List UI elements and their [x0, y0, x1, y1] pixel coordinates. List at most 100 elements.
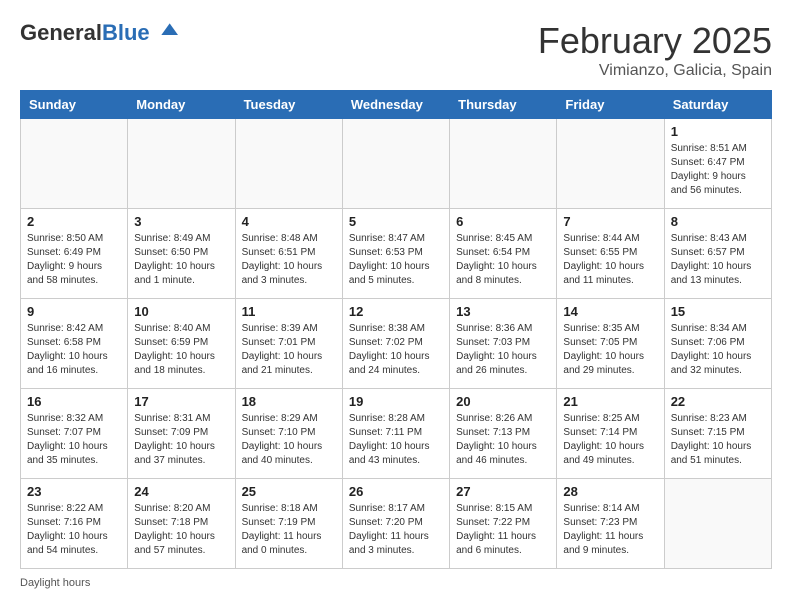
day-number: 22 [671, 394, 765, 409]
logo: GeneralBlue [20, 20, 178, 45]
day-number: 15 [671, 304, 765, 319]
day-info: Sunrise: 8:25 AM Sunset: 7:14 PM Dayligh… [563, 412, 657, 468]
calendar-cell: 22Sunrise: 8:23 AM Sunset: 7:15 PM Dayli… [664, 389, 771, 479]
day-info: Sunrise: 8:31 AM Sunset: 7:09 PM Dayligh… [134, 412, 228, 468]
day-info: Sunrise: 8:48 AM Sunset: 6:51 PM Dayligh… [242, 232, 336, 288]
day-info: Sunrise: 8:14 AM Sunset: 7:23 PM Dayligh… [563, 502, 657, 558]
day-number: 6 [456, 214, 550, 229]
calendar-cell: 8 Sunrise: 8:43 AM Sunset: 6:57 PM Daylig… [664, 209, 771, 299]
header-day-tuesday: Tuesday [235, 91, 342, 119]
day-info: Sunrise: 8:15 AM Sunset: 7:22 PM Dayligh… [456, 502, 550, 558]
day-info: Sunrise: 8:44 AM Sunset: 6:55 PM Dayligh… [563, 232, 657, 288]
logo-general-text: General [20, 20, 102, 45]
calendar-header-row: SundayMondayTuesdayWednesdayThursdayFrid… [21, 91, 772, 119]
header-day-wednesday: Wednesday [342, 91, 449, 119]
day-info: Sunrise: 8:49 AM Sunset: 6:50 PM Dayligh… [134, 232, 228, 288]
calendar-cell [342, 119, 449, 209]
day-number: 27 [456, 484, 550, 499]
day-number: 13 [456, 304, 550, 319]
calendar-cell: 13 Sunrise: 8:36 AM Sunset: 7:03 PM Dayli… [450, 299, 557, 389]
day-info: Sunrise: 8:20 AM Sunset: 7:18 PM Dayligh… [134, 502, 228, 558]
calendar-cell [664, 479, 771, 569]
day-info: Sunrise: 8:18 AM Sunset: 7:19 PM Dayligh… [242, 502, 336, 558]
day-number: 17 [134, 394, 228, 409]
day-info: Sunrise: 8:43 AM Sunset: 6:57 PM Dayligh… [671, 232, 765, 288]
header-day-monday: Monday [128, 91, 235, 119]
calendar-week-row: 16Sunrise: 8:32 AM Sunset: 7:07 PM Dayli… [21, 389, 772, 479]
calendar-cell: 15Sunrise: 8:34 AM Sunset: 7:06 PM Dayli… [664, 299, 771, 389]
calendar-cell: 7 Sunrise: 8:44 AM Sunset: 6:55 PM Daylig… [557, 209, 664, 299]
day-info: Sunrise: 8:29 AM Sunset: 7:10 PM Dayligh… [242, 412, 336, 468]
calendar-week-row: 23 Sunrise: 8:22 AM Sunset: 7:16 PM Dayli… [21, 479, 772, 569]
calendar-cell: 23 Sunrise: 8:22 AM Sunset: 7:16 PM Dayli… [21, 479, 128, 569]
calendar-week-row: 2Sunrise: 8:50 AM Sunset: 6:49 PM Daylig… [21, 209, 772, 299]
calendar-week-row: 1 Sunrise: 8:51 AM Sunset: 6:47 PM Daylig… [21, 119, 772, 209]
day-info: Sunrise: 8:47 AM Sunset: 6:53 PM Dayligh… [349, 232, 443, 288]
day-info: Sunrise: 8:28 AM Sunset: 7:11 PM Dayligh… [349, 412, 443, 468]
calendar-cell: 10 Sunrise: 8:40 AM Sunset: 6:59 PM Dayli… [128, 299, 235, 389]
calendar-cell [235, 119, 342, 209]
month-title: February 2025 [538, 20, 772, 62]
calendar-cell: 16Sunrise: 8:32 AM Sunset: 7:07 PM Dayli… [21, 389, 128, 479]
day-info: Sunrise: 8:39 AM Sunset: 7:01 PM Dayligh… [242, 322, 336, 378]
day-info: Sunrise: 8:17 AM Sunset: 7:20 PM Dayligh… [349, 502, 443, 558]
page-header: GeneralBlue February 2025 Vimianzo, Gali… [20, 20, 772, 80]
calendar-cell: 12 Sunrise: 8:38 AM Sunset: 7:02 PM Dayli… [342, 299, 449, 389]
header-day-sunday: Sunday [21, 91, 128, 119]
calendar-cell: 17 Sunrise: 8:31 AM Sunset: 7:09 PM Dayli… [128, 389, 235, 479]
day-number: 7 [563, 214, 657, 229]
header-day-saturday: Saturday [664, 91, 771, 119]
day-number: 26 [349, 484, 443, 499]
day-number: 8 [671, 214, 765, 229]
calendar-cell: 2Sunrise: 8:50 AM Sunset: 6:49 PM Daylig… [21, 209, 128, 299]
logo-icon [158, 20, 178, 40]
calendar-cell: 6 Sunrise: 8:45 AM Sunset: 6:54 PM Daylig… [450, 209, 557, 299]
calendar-cell: 27 Sunrise: 8:15 AM Sunset: 7:22 PM Dayli… [450, 479, 557, 569]
calendar-cell: 20 Sunrise: 8:26 AM Sunset: 7:13 PM Dayli… [450, 389, 557, 479]
day-number: 10 [134, 304, 228, 319]
calendar-cell: 4 Sunrise: 8:48 AM Sunset: 6:51 PM Daylig… [235, 209, 342, 299]
calendar-cell [21, 119, 128, 209]
day-info: Sunrise: 8:45 AM Sunset: 6:54 PM Dayligh… [456, 232, 550, 288]
calendar-cell: 14Sunrise: 8:35 AM Sunset: 7:05 PM Dayli… [557, 299, 664, 389]
day-number: 4 [242, 214, 336, 229]
day-number: 25 [242, 484, 336, 499]
day-info: Sunrise: 8:40 AM Sunset: 6:59 PM Dayligh… [134, 322, 228, 378]
day-info: Sunrise: 8:26 AM Sunset: 7:13 PM Dayligh… [456, 412, 550, 468]
day-info: Sunrise: 8:32 AM Sunset: 7:07 PM Dayligh… [27, 412, 121, 468]
day-info: Sunrise: 8:35 AM Sunset: 7:05 PM Dayligh… [563, 322, 657, 378]
day-number: 23 [27, 484, 121, 499]
day-number: 11 [242, 304, 336, 319]
calendar-cell: 9Sunrise: 8:42 AM Sunset: 6:58 PM Daylig… [21, 299, 128, 389]
calendar-week-row: 9Sunrise: 8:42 AM Sunset: 6:58 PM Daylig… [21, 299, 772, 389]
calendar-cell: 5 Sunrise: 8:47 AM Sunset: 6:53 PM Daylig… [342, 209, 449, 299]
day-number: 20 [456, 394, 550, 409]
calendar-cell: 1 Sunrise: 8:51 AM Sunset: 6:47 PM Daylig… [664, 119, 771, 209]
calendar-cell [450, 119, 557, 209]
day-number: 9 [27, 304, 121, 319]
day-number: 21 [563, 394, 657, 409]
calendar-cell [557, 119, 664, 209]
header-day-thursday: Thursday [450, 91, 557, 119]
footer-note: Daylight hours [20, 577, 772, 589]
calendar-cell: 18 Sunrise: 8:29 AM Sunset: 7:10 PM Dayli… [235, 389, 342, 479]
calendar-cell: 24Sunrise: 8:20 AM Sunset: 7:18 PM Dayli… [128, 479, 235, 569]
calendar-cell [128, 119, 235, 209]
header-day-friday: Friday [557, 91, 664, 119]
day-number: 5 [349, 214, 443, 229]
day-number: 3 [134, 214, 228, 229]
day-info: Sunrise: 8:22 AM Sunset: 7:16 PM Dayligh… [27, 502, 121, 558]
calendar-table: SundayMondayTuesdayWednesdayThursdayFrid… [20, 90, 772, 569]
calendar-cell: 21 Sunrise: 8:25 AM Sunset: 7:14 PM Dayli… [557, 389, 664, 479]
day-info: Sunrise: 8:38 AM Sunset: 7:02 PM Dayligh… [349, 322, 443, 378]
calendar-cell: 28Sunrise: 8:14 AM Sunset: 7:23 PM Dayli… [557, 479, 664, 569]
day-info: Sunrise: 8:36 AM Sunset: 7:03 PM Dayligh… [456, 322, 550, 378]
day-info: Sunrise: 8:50 AM Sunset: 6:49 PM Dayligh… [27, 232, 121, 288]
day-number: 12 [349, 304, 443, 319]
day-number: 18 [242, 394, 336, 409]
logo-blue-text: Blue [102, 20, 150, 45]
day-number: 1 [671, 124, 765, 139]
day-number: 19 [349, 394, 443, 409]
day-info: Sunrise: 8:51 AM Sunset: 6:47 PM Dayligh… [671, 142, 765, 198]
calendar-cell: 19 Sunrise: 8:28 AM Sunset: 7:11 PM Dayli… [342, 389, 449, 479]
